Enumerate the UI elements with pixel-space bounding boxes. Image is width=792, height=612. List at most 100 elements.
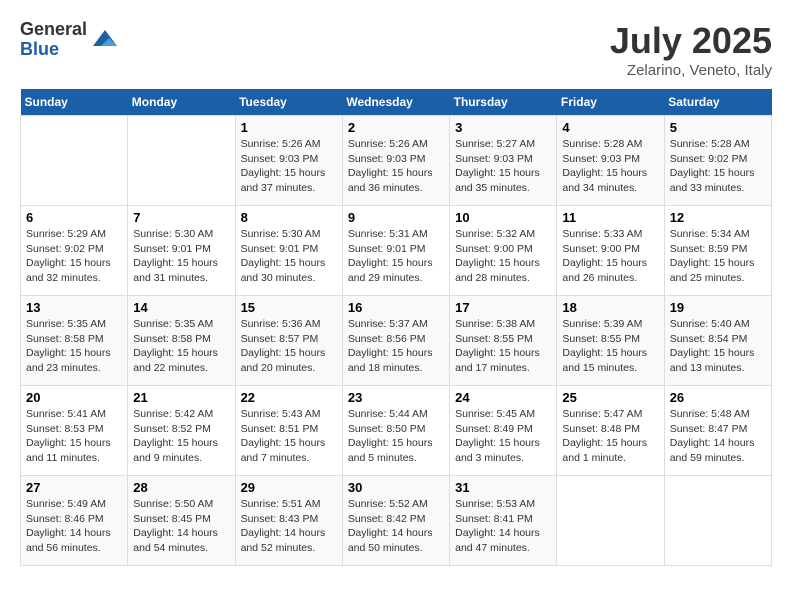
- day-number: 28: [133, 480, 229, 495]
- calendar-cell: 23 Sunrise: 5:44 AM Sunset: 8:50 PM Dayli…: [342, 386, 449, 476]
- day-number: 6: [26, 210, 122, 225]
- day-info: Sunrise: 5:38 AM Sunset: 8:55 PM Dayligh…: [455, 317, 551, 376]
- calendar-cell: 30 Sunrise: 5:52 AM Sunset: 8:42 PM Dayli…: [342, 476, 449, 566]
- day-number: 20: [26, 390, 122, 405]
- logo-blue-text: Blue: [20, 40, 87, 60]
- calendar-cell: 27 Sunrise: 5:49 AM Sunset: 8:46 PM Dayli…: [21, 476, 128, 566]
- calendar-cell: 11 Sunrise: 5:33 AM Sunset: 9:00 PM Dayli…: [557, 206, 664, 296]
- day-number: 16: [348, 300, 444, 315]
- location: Zelarino, Veneto, Italy: [610, 62, 772, 79]
- day-info: Sunrise: 5:34 AM Sunset: 8:59 PM Dayligh…: [670, 227, 766, 286]
- day-info: Sunrise: 5:26 AM Sunset: 9:03 PM Dayligh…: [241, 137, 337, 196]
- day-number: 22: [241, 390, 337, 405]
- calendar-cell: 6Sunrise: 5:29 AM Sunset: 9:02 PM Daylig…: [21, 206, 128, 296]
- day-info: Sunrise: 5:28 AM Sunset: 9:03 PM Dayligh…: [562, 137, 658, 196]
- day-number: 27: [26, 480, 122, 495]
- page-header: General Blue July 2025 Zelarino, Veneto,…: [20, 20, 772, 79]
- day-number: 29: [241, 480, 337, 495]
- weekday-header-wednesday: Wednesday: [342, 89, 449, 116]
- calendar-cell: 7 Sunrise: 5:30 AM Sunset: 9:01 PM Daylig…: [128, 206, 235, 296]
- calendar-week-2: 6Sunrise: 5:29 AM Sunset: 9:02 PM Daylig…: [21, 206, 772, 296]
- day-number: 26: [670, 390, 766, 405]
- calendar-cell: 10Sunrise: 5:32 AM Sunset: 9:00 PM Dayli…: [450, 206, 557, 296]
- calendar-cell: [664, 476, 771, 566]
- day-info: Sunrise: 5:39 AM Sunset: 8:55 PM Dayligh…: [562, 317, 658, 376]
- day-info: Sunrise: 5:40 AM Sunset: 8:54 PM Dayligh…: [670, 317, 766, 376]
- weekday-header-saturday: Saturday: [664, 89, 771, 116]
- calendar-week-3: 13Sunrise: 5:35 AM Sunset: 8:58 PM Dayli…: [21, 296, 772, 386]
- month-title: July 2025: [610, 20, 772, 62]
- day-number: 23: [348, 390, 444, 405]
- calendar-cell: 29 Sunrise: 5:51 AM Sunset: 8:43 PM Dayli…: [235, 476, 342, 566]
- day-info: Sunrise: 5:42 AM Sunset: 8:52 PM Dayligh…: [133, 407, 229, 466]
- day-info: Sunrise: 5:45 AM Sunset: 8:49 PM Dayligh…: [455, 407, 551, 466]
- day-info: Sunrise: 5:30 AM Sunset: 9:01 PM Dayligh…: [241, 227, 337, 286]
- day-info: Sunrise: 5:48 AM Sunset: 8:47 PM Dayligh…: [670, 407, 766, 466]
- day-info: Sunrise: 5:35 AM Sunset: 8:58 PM Dayligh…: [26, 317, 122, 376]
- day-info: Sunrise: 5:32 AM Sunset: 9:00 PM Dayligh…: [455, 227, 551, 286]
- calendar-cell: 22Sunrise: 5:43 AM Sunset: 8:51 PM Dayli…: [235, 386, 342, 476]
- calendar-cell: 2 Sunrise: 5:26 AM Sunset: 9:03 PM Daylig…: [342, 116, 449, 206]
- calendar-cell: 14Sunrise: 5:35 AM Sunset: 8:58 PM Dayli…: [128, 296, 235, 386]
- calendar-cell: 18 Sunrise: 5:39 AM Sunset: 8:55 PM Dayli…: [557, 296, 664, 386]
- day-info: Sunrise: 5:36 AM Sunset: 8:57 PM Dayligh…: [241, 317, 337, 376]
- weekday-header-monday: Monday: [128, 89, 235, 116]
- weekday-header-sunday: Sunday: [21, 89, 128, 116]
- day-info: Sunrise: 5:30 AM Sunset: 9:01 PM Dayligh…: [133, 227, 229, 286]
- calendar-week-4: 20 Sunrise: 5:41 AM Sunset: 8:53 PM Dayli…: [21, 386, 772, 476]
- calendar-cell: 4 Sunrise: 5:28 AM Sunset: 9:03 PM Daylig…: [557, 116, 664, 206]
- calendar-cell: 13Sunrise: 5:35 AM Sunset: 8:58 PM Dayli…: [21, 296, 128, 386]
- day-number: 31: [455, 480, 551, 495]
- day-number: 24: [455, 390, 551, 405]
- calendar-cell: 5 Sunrise: 5:28 AM Sunset: 9:02 PM Daylig…: [664, 116, 771, 206]
- weekday-header-tuesday: Tuesday: [235, 89, 342, 116]
- weekday-header-friday: Friday: [557, 89, 664, 116]
- day-number: 5: [670, 120, 766, 135]
- calendar-cell: [21, 116, 128, 206]
- day-info: Sunrise: 5:35 AM Sunset: 8:58 PM Dayligh…: [133, 317, 229, 376]
- day-number: 7: [133, 210, 229, 225]
- weekday-header-row: SundayMondayTuesdayWednesdayThursdayFrid…: [21, 89, 772, 116]
- calendar-cell: 8 Sunrise: 5:30 AM Sunset: 9:01 PM Daylig…: [235, 206, 342, 296]
- day-number: 18: [562, 300, 658, 315]
- logo: General Blue: [20, 20, 119, 60]
- day-number: 21: [133, 390, 229, 405]
- day-info: Sunrise: 5:26 AM Sunset: 9:03 PM Dayligh…: [348, 137, 444, 196]
- day-number: 3: [455, 120, 551, 135]
- day-info: Sunrise: 5:31 AM Sunset: 9:01 PM Dayligh…: [348, 227, 444, 286]
- day-number: 12: [670, 210, 766, 225]
- day-info: Sunrise: 5:49 AM Sunset: 8:46 PM Dayligh…: [26, 497, 122, 556]
- day-number: 8: [241, 210, 337, 225]
- calendar-cell: 16 Sunrise: 5:37 AM Sunset: 8:56 PM Dayli…: [342, 296, 449, 386]
- calendar-table: SundayMondayTuesdayWednesdayThursdayFrid…: [20, 89, 772, 566]
- day-number: 30: [348, 480, 444, 495]
- day-info: Sunrise: 5:37 AM Sunset: 8:56 PM Dayligh…: [348, 317, 444, 376]
- day-info: Sunrise: 5:27 AM Sunset: 9:03 PM Dayligh…: [455, 137, 551, 196]
- calendar-cell: 15 Sunrise: 5:36 AM Sunset: 8:57 PM Dayli…: [235, 296, 342, 386]
- day-info: Sunrise: 5:41 AM Sunset: 8:53 PM Dayligh…: [26, 407, 122, 466]
- calendar-cell: 19 Sunrise: 5:40 AM Sunset: 8:54 PM Dayli…: [664, 296, 771, 386]
- weekday-header-thursday: Thursday: [450, 89, 557, 116]
- day-info: Sunrise: 5:28 AM Sunset: 9:02 PM Dayligh…: [670, 137, 766, 196]
- day-number: 17: [455, 300, 551, 315]
- logo-icon: [91, 26, 119, 54]
- day-info: Sunrise: 5:33 AM Sunset: 9:00 PM Dayligh…: [562, 227, 658, 286]
- day-info: Sunrise: 5:47 AM Sunset: 8:48 PM Dayligh…: [562, 407, 658, 466]
- calendar-cell: 12 Sunrise: 5:34 AM Sunset: 8:59 PM Dayli…: [664, 206, 771, 296]
- day-number: 19: [670, 300, 766, 315]
- calendar-cell: 31Sunrise: 5:53 AM Sunset: 8:41 PM Dayli…: [450, 476, 557, 566]
- calendar-cell: 25 Sunrise: 5:47 AM Sunset: 8:48 PM Dayli…: [557, 386, 664, 476]
- day-info: Sunrise: 5:44 AM Sunset: 8:50 PM Dayligh…: [348, 407, 444, 466]
- day-info: Sunrise: 5:50 AM Sunset: 8:45 PM Dayligh…: [133, 497, 229, 556]
- calendar-cell: 3 Sunrise: 5:27 AM Sunset: 9:03 PM Daylig…: [450, 116, 557, 206]
- calendar-cell: 17 Sunrise: 5:38 AM Sunset: 8:55 PM Dayli…: [450, 296, 557, 386]
- calendar-week-1: 1Sunrise: 5:26 AM Sunset: 9:03 PM Daylig…: [21, 116, 772, 206]
- title-section: July 2025 Zelarino, Veneto, Italy: [610, 20, 772, 79]
- day-info: Sunrise: 5:52 AM Sunset: 8:42 PM Dayligh…: [348, 497, 444, 556]
- day-number: 15: [241, 300, 337, 315]
- day-number: 4: [562, 120, 658, 135]
- day-info: Sunrise: 5:51 AM Sunset: 8:43 PM Dayligh…: [241, 497, 337, 556]
- day-number: 11: [562, 210, 658, 225]
- day-number: 25: [562, 390, 658, 405]
- day-number: 2: [348, 120, 444, 135]
